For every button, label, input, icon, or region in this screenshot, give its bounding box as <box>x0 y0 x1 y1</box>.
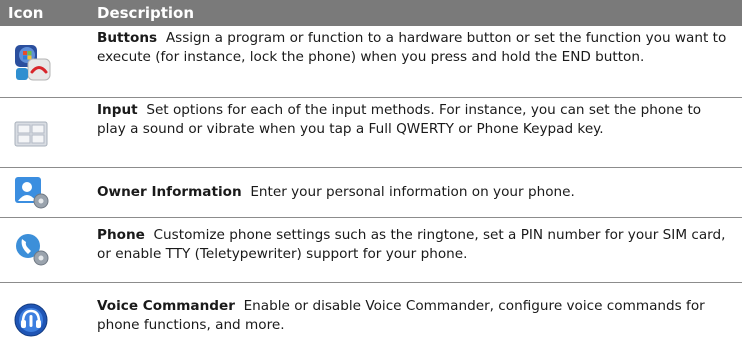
row-title: Voice Commander <box>97 298 235 314</box>
row-text: Set options for each of the input method… <box>97 102 702 137</box>
description-cell: Owner Information Enter your personal in… <box>95 168 742 217</box>
row-title: Phone <box>97 227 145 243</box>
description-cell: Input Set options for each of the input … <box>95 98 742 167</box>
input-icon <box>14 118 48 148</box>
settings-table: Icon Description Buttons Assign a progra… <box>0 0 742 357</box>
row-title: Buttons <box>97 30 158 46</box>
buttons-icon <box>14 42 52 82</box>
row-text: Enter your personal information on your … <box>250 184 575 200</box>
table-row: Voice Commander Enable or disable Voice … <box>0 283 742 357</box>
header-description-column: Description <box>97 4 195 22</box>
phone-icon <box>14 233 50 267</box>
table-row: Phone Customize phone settings such as t… <box>0 218 742 283</box>
table-row: Input Set options for each of the input … <box>0 98 742 168</box>
table-row: Owner Information Enter your personal in… <box>0 168 742 218</box>
owner-information-icon <box>14 176 50 210</box>
description-cell: Phone Customize phone settings such as t… <box>95 218 742 282</box>
row-text: Assign a program or function to a hardwa… <box>97 30 727 65</box>
table-header: Icon Description <box>0 0 742 26</box>
row-title: Input <box>97 102 138 118</box>
icon-cell <box>0 283 95 357</box>
description-cell: Voice Commander Enable or disable Voice … <box>95 283 742 357</box>
description-cell: Buttons Assign a program or function to … <box>95 26 742 97</box>
table-row: Buttons Assign a program or function to … <box>0 26 742 98</box>
header-icon-column: Icon <box>8 4 44 22</box>
icon-cell <box>0 26 95 97</box>
voice-commander-icon <box>14 303 48 337</box>
icon-cell <box>0 98 95 167</box>
row-text: Customize phone settings such as the rin… <box>97 227 726 262</box>
icon-cell <box>0 168 95 217</box>
row-title: Owner Information <box>97 184 242 200</box>
icon-cell <box>0 218 95 282</box>
